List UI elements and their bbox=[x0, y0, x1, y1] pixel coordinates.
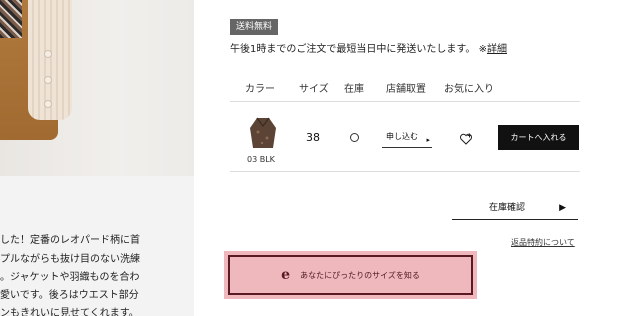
shipping-note-mark: ※ bbox=[478, 44, 487, 55]
purchase-panel: 送料無料 午後1時までのご注文で最短当日中に発送いたします。 ※詳細 カラー サ… bbox=[194, 0, 640, 316]
photo-cardigan-button bbox=[44, 50, 52, 58]
shipping-note-text: 午後1時までのご注文で最短当日中に発送いたします。 bbox=[230, 44, 476, 55]
description-line: 。ジャケットや羽織ものを合わ bbox=[0, 272, 140, 283]
description-line: プルながらも抜け目のない洗練 bbox=[0, 254, 140, 265]
size-fit-banner[interactable]: e あなたにぴったりのサイズを知る bbox=[224, 251, 477, 299]
size-fit-label: あなたにぴったりのサイズを知る bbox=[300, 270, 420, 280]
header-stock: 在庫 bbox=[344, 84, 364, 95]
size-fit-inner: e あなたにぴったりのサイズを知る bbox=[228, 255, 473, 295]
table-divider bbox=[230, 171, 580, 172]
header-size: サイズ bbox=[299, 84, 329, 95]
color-swatch-thumbnail[interactable] bbox=[248, 116, 278, 150]
color-label: 03 BLK bbox=[247, 155, 275, 164]
header-favorite: お気に入り bbox=[444, 84, 494, 95]
photo-cardigan-button bbox=[44, 100, 52, 108]
header-store-hold: 店舗取置 bbox=[386, 84, 426, 95]
header-color: カラー bbox=[245, 84, 275, 95]
heart-plus-icon[interactable] bbox=[459, 132, 473, 146]
product-photo bbox=[0, 0, 194, 176]
return-policy-link[interactable]: 返品特約について bbox=[511, 237, 575, 248]
stock-check-label: 在庫確認 bbox=[489, 203, 526, 213]
photo-leopard-top bbox=[0, 0, 22, 38]
description-line: 愛いです。後ろはウエスト部分 bbox=[0, 290, 139, 301]
stock-check-button[interactable]: 在庫確認 ▶ bbox=[452, 198, 578, 220]
store-hold-apply-button[interactable]: 申し込む ▸ bbox=[382, 130, 432, 148]
add-to-cart-button[interactable]: カートへ入れる bbox=[498, 125, 579, 150]
size-value: 38 bbox=[306, 131, 320, 144]
shipping-note: 午後1時までのご注文で最短当日中に発送いたします。 ※詳細 bbox=[230, 40, 507, 55]
triangle-right-icon: ▶ bbox=[559, 203, 566, 213]
in-stock-circle-icon bbox=[350, 133, 359, 142]
apply-label: 申し込む bbox=[386, 132, 418, 141]
photo-cardigan-button bbox=[44, 76, 52, 84]
description-line: ンもきれいに見せてくれます。 bbox=[0, 308, 139, 316]
description-line: した！定番のレオパード柄に首 bbox=[0, 235, 140, 246]
size-logo-icon: e bbox=[281, 267, 291, 283]
table-divider bbox=[230, 101, 580, 102]
product-description: した！定番のレオパード柄に首 プルながらも抜け目のない洗練 。ジャケットや羽織も… bbox=[0, 209, 194, 316]
triangle-right-icon: ▸ bbox=[426, 136, 430, 144]
shipping-detail-link[interactable]: 詳細 bbox=[487, 44, 507, 55]
free-shipping-badge: 送料無料 bbox=[230, 19, 279, 35]
